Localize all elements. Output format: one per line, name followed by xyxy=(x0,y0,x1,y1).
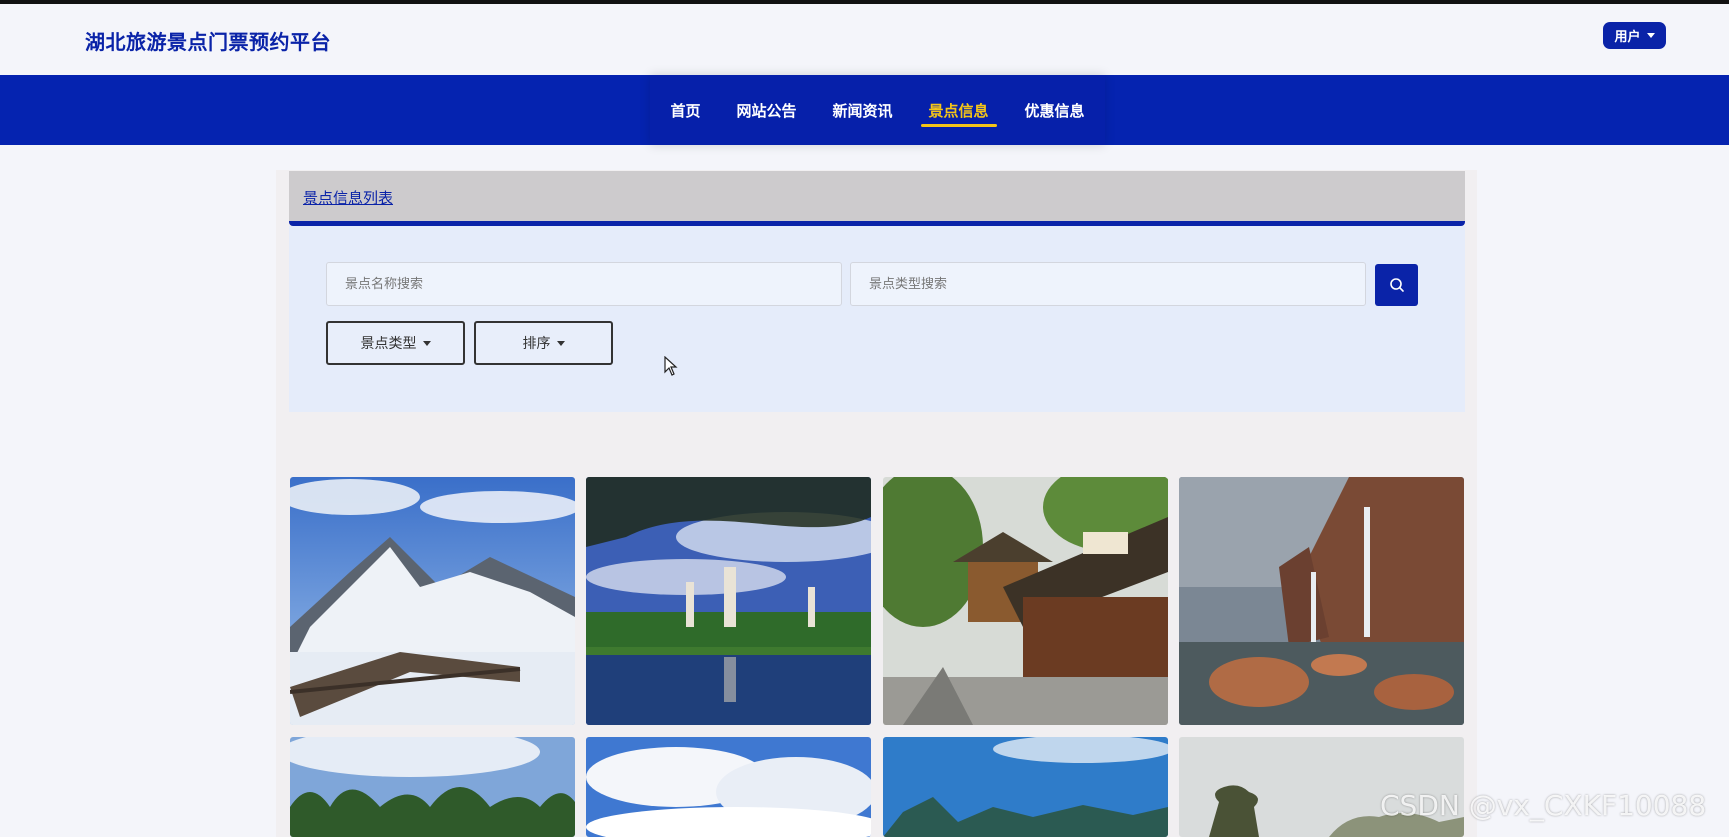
user-menu-button[interactable]: 用户 xyxy=(1603,22,1666,49)
nav-item-announcements[interactable]: 网站公告 xyxy=(728,75,804,145)
sort-dropdown-label: 排序 xyxy=(522,336,551,352)
main-nav: 首页 网站公告 新闻资讯 景点信息 优惠信息 xyxy=(0,75,1729,145)
pagodas-lake-image xyxy=(586,477,871,725)
nav-item-discounts[interactable]: 优惠信息 xyxy=(1017,75,1093,145)
attraction-type-search-input[interactable] xyxy=(850,262,1366,306)
attraction-name-search-input[interactable] xyxy=(326,262,842,306)
site-title[interactable]: 湖北旅游景点门票预约平台 xyxy=(85,26,331,55)
nav-items-group: 首页 网站公告 新闻资讯 景点信息 优惠信息 xyxy=(650,75,1105,145)
search-button[interactable] xyxy=(1375,264,1418,306)
nav-item-home[interactable]: 首页 xyxy=(662,75,708,145)
attraction-card-image[interactable] xyxy=(883,737,1168,837)
nav-item-attractions[interactable]: 景点信息 xyxy=(920,75,997,145)
search-icon xyxy=(1389,278,1404,292)
attraction-card-image[interactable] xyxy=(290,477,575,725)
mouse-cursor-icon xyxy=(664,356,678,376)
karst-peaks-river-image xyxy=(883,737,1168,837)
attraction-card-image[interactable] xyxy=(586,477,871,725)
attraction-type-dropdown-label: 景点类型 xyxy=(360,336,417,352)
search-panel xyxy=(289,226,1465,412)
chevron-down-icon xyxy=(422,340,431,346)
attraction-card-image[interactable] xyxy=(883,477,1168,725)
sort-dropdown[interactable]: 排序 xyxy=(474,321,613,365)
csdn-watermark: CSDN @vx_CXKF10088 xyxy=(1380,789,1707,822)
attraction-type-dropdown[interactable]: 景点类型 xyxy=(326,321,465,365)
pavilion-garden-image xyxy=(883,477,1168,725)
attraction-card-image[interactable] xyxy=(1179,737,1464,837)
attraction-card-image[interactable] xyxy=(586,737,871,837)
nav-item-news[interactable]: 新闻资讯 xyxy=(824,75,900,145)
list-header: 景点信息列表 xyxy=(289,171,1465,226)
chevron-down-icon xyxy=(1646,33,1655,38)
attraction-card-image[interactable] xyxy=(290,737,575,837)
chevron-down-icon xyxy=(556,340,565,346)
misty-trees-image xyxy=(1179,737,1464,837)
list-title-link[interactable]: 景点信息列表 xyxy=(303,187,393,208)
user-menu-label: 用户 xyxy=(1614,30,1641,45)
site-header: 湖北旅游景点门票预约平台 用户 xyxy=(0,4,1729,75)
snowy-mountain-image xyxy=(290,477,575,725)
karst-hills-image xyxy=(290,737,575,837)
blue-sky-clouds-image xyxy=(586,737,871,837)
attraction-card-image[interactable] xyxy=(1179,477,1464,725)
waterfall-rocks-image xyxy=(1179,477,1464,725)
